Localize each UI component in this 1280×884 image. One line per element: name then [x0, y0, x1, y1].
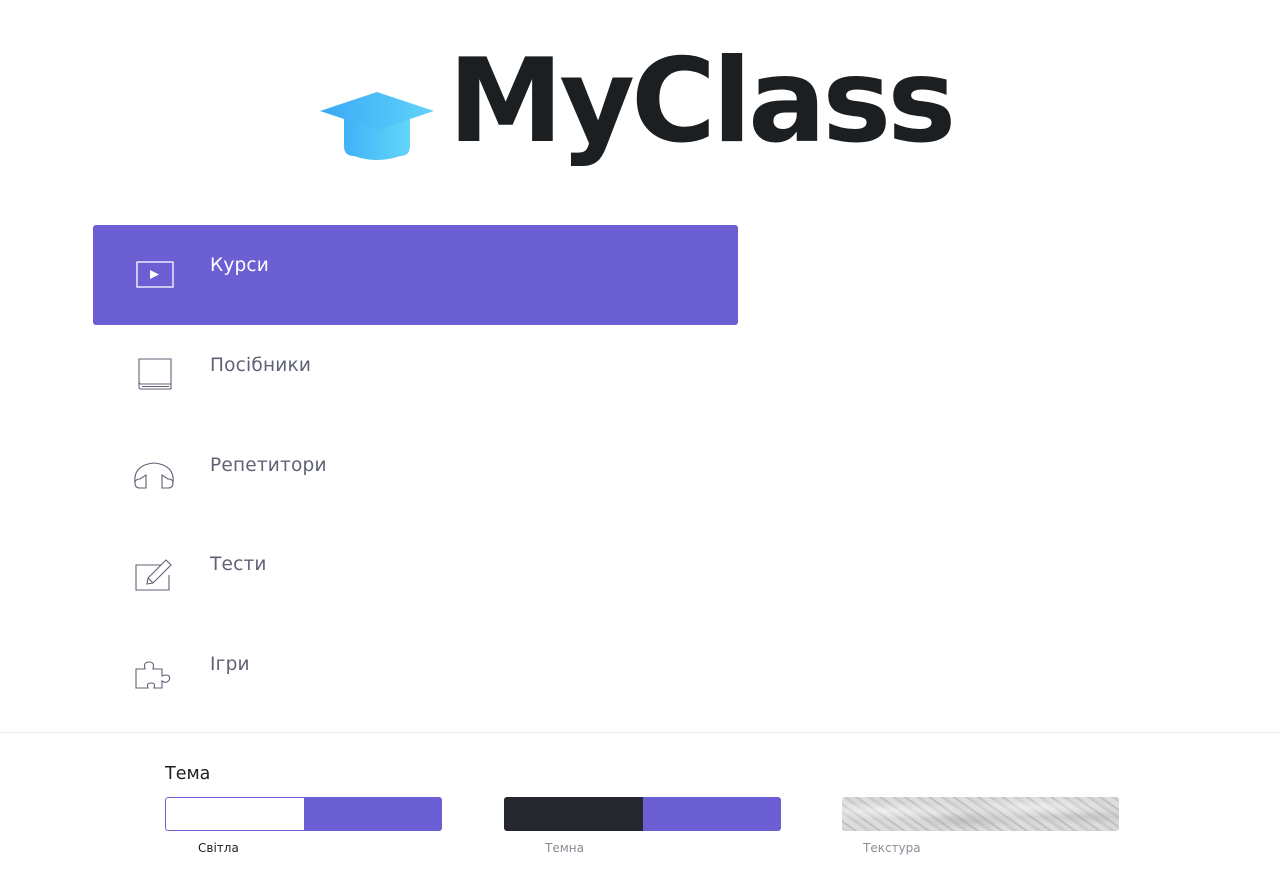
divider [0, 732, 1280, 733]
menu-item-tests[interactable]: Тести [93, 524, 738, 624]
theme-option-light[interactable] [165, 797, 442, 831]
app-logo: MyClass [318, 44, 1008, 200]
book-icon [138, 358, 172, 390]
main-menu: Курси Посібники Репетитори Тести Ігри [93, 225, 738, 724]
theme-option-light-label[interactable]: Світла [198, 841, 239, 855]
menu-item-label: Курси [210, 255, 270, 276]
theme-option-dark[interactable] [504, 797, 781, 831]
menu-item-label: Ігри [210, 654, 250, 676]
menu-item-tutors[interactable]: Репетитори [93, 425, 738, 525]
puzzle-icon [135, 661, 171, 689]
menu-item-label: Тести [210, 554, 267, 576]
theme-option-texture[interactable] [842, 797, 1119, 831]
theme-option-texture-label[interactable]: Текстура [863, 841, 921, 855]
graduation-cap-icon [320, 92, 434, 160]
menu-item-guides[interactable]: Посібники [93, 325, 738, 425]
edit-icon [135, 559, 172, 591]
theme-title: Тема [165, 764, 211, 784]
theme-option-dark-label[interactable]: Темна [545, 841, 584, 855]
menu-item-label: Посібники [210, 354, 312, 376]
menu-item-courses[interactable]: Курси [93, 225, 738, 325]
headphones-icon [134, 462, 174, 489]
menu-item-label: Репетитори [210, 454, 327, 476]
video-play-icon [136, 261, 174, 288]
menu-item-games[interactable]: Ігри [93, 624, 738, 724]
logo-text: MyClass [448, 34, 956, 169]
